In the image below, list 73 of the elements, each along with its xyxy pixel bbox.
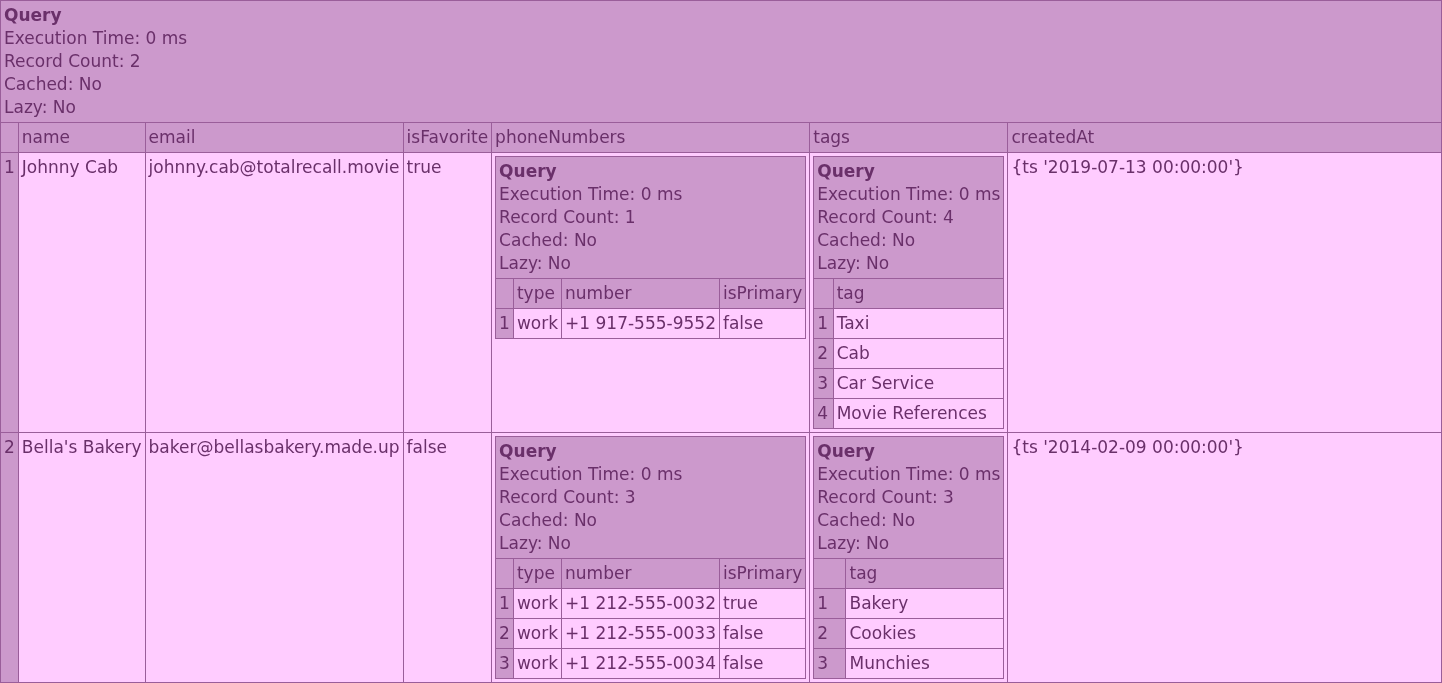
query-info: Cached: No (499, 229, 598, 252)
table-cell: false (403, 432, 492, 683)
row-number: 2 (495, 618, 514, 649)
table-cell: +1 917-555-9552 (561, 308, 720, 339)
query-info: Record Count: 4 (817, 206, 955, 229)
row-number: 1 (813, 308, 834, 339)
query-info: Cached: No (4, 73, 103, 96)
query-info: Record Count: 1 (499, 206, 637, 229)
column-header: isPrimary (719, 558, 806, 589)
table-cell: true (719, 588, 806, 619)
query-info: Execution Time: 0 ms (817, 463, 1001, 486)
table-cell: Movie References (833, 398, 1004, 429)
column-header: isFavorite (403, 122, 492, 153)
query-title: Query (499, 160, 558, 183)
table-cell: true (403, 152, 492, 433)
table-cell: false (719, 308, 806, 339)
row-number: 3 (495, 648, 514, 679)
column-header: number (561, 278, 720, 309)
table-cell: {ts '2014-02-09 00:00:00'} (1007, 432, 1442, 683)
query-title: Query (817, 160, 876, 183)
table-cell: baker@bellasbakery.made.up (145, 432, 404, 683)
query-info: Lazy: No (817, 532, 891, 555)
query-info: Record Count: 3 (499, 486, 637, 509)
column-header: tag (845, 558, 1004, 589)
table-cell: Cab (833, 338, 1004, 369)
row-number: 1 (0, 152, 19, 433)
table-cell: Bella's Bakery (18, 432, 146, 683)
query-title: Query (817, 440, 876, 463)
column-header: email (145, 122, 404, 153)
table-cell: +1 212-555-0033 (561, 618, 720, 649)
row-number: 2 (813, 618, 846, 649)
column-header: tags (809, 122, 1008, 153)
query-info: Lazy: No (499, 532, 572, 555)
table-cell: +1 212-555-0032 (561, 588, 720, 619)
row-number: 4 (813, 398, 834, 429)
query-info: Lazy: No (4, 96, 77, 119)
column-header: number (561, 558, 720, 589)
row-number: 1 (495, 308, 514, 339)
row-number: 1 (813, 588, 846, 619)
query-info: Record Count: 2 (4, 50, 142, 73)
column-header: tag (833, 278, 1004, 309)
table-cell: Munchies (845, 648, 1004, 679)
table-cell: {ts '2019-07-13 00:00:00'} (1007, 152, 1442, 433)
row-number: 2 (0, 432, 19, 683)
table-cell: Bakery (845, 588, 1004, 619)
table-cell: Car Service (833, 368, 1004, 399)
table-cell: johnny.cab@totalrecall.movie (145, 152, 404, 433)
column-header: name (18, 122, 146, 153)
query-info: Lazy: No (817, 252, 891, 275)
table-cell: false (719, 648, 806, 679)
table-cell: Taxi (833, 308, 1004, 339)
table-cell: false (719, 618, 806, 649)
column-header: createdAt (1007, 122, 1442, 153)
query-info: Execution Time: 0 ms (817, 183, 1001, 206)
column-header: phoneNumbers (491, 122, 810, 153)
query-info: Execution Time: 0 ms (499, 183, 684, 206)
table-cell: +1 212-555-0034 (561, 648, 720, 679)
query-info: Execution Time: 0 ms (4, 27, 189, 50)
row-number: 3 (813, 648, 846, 679)
query-info: Execution Time: 0 ms (499, 463, 684, 486)
query-title: Query (4, 4, 63, 27)
table-cell: Cookies (845, 618, 1004, 649)
query-title: Query (499, 440, 558, 463)
row-number: 1 (495, 588, 514, 619)
query-info: Cached: No (817, 229, 917, 252)
query-info: Lazy: No (499, 252, 572, 275)
query-info: Record Count: 3 (817, 486, 955, 509)
column-header: isPrimary (719, 278, 806, 309)
row-number: 3 (813, 368, 834, 399)
row-number: 2 (813, 338, 834, 369)
query-info: Cached: No (817, 509, 917, 532)
table-cell: Johnny Cab (18, 152, 146, 433)
query-info: Cached: No (499, 509, 598, 532)
